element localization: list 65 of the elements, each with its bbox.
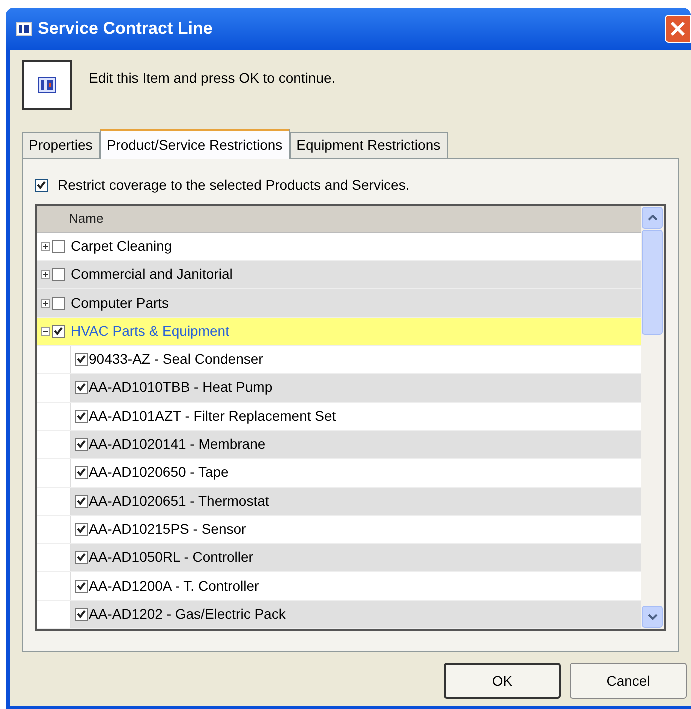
checkbox[interactable] — [52, 324, 65, 338]
checkbox-label: Restrict coverage to the selected Products and Services. — [58, 176, 410, 195]
checkbox[interactable] — [52, 296, 65, 310]
checkbox[interactable] — [75, 466, 88, 480]
checkbox[interactable] — [75, 438, 88, 452]
checkbox[interactable] — [52, 240, 65, 253]
tab[interactable]: Product/Service Restrictions — [100, 129, 290, 159]
row-label: AA-AD1020141 - Membrane — [89, 435, 266, 454]
expand-icon[interactable] — [41, 270, 50, 280]
checkbox[interactable] — [52, 268, 65, 282]
tree-row[interactable]: AA-AD1202 - Gas/Electric Pack — [37, 600, 641, 629]
tree-row[interactable]: HVAC Parts & Equipment — [37, 318, 641, 346]
tree-row[interactable]: Computer Parts — [37, 289, 641, 318]
checkbox[interactable] — [75, 494, 88, 508]
instruction-text: Edit this Item and press OK to continue. — [89, 69, 336, 88]
row-label: Carpet Cleaning — [71, 236, 172, 256]
checkbox[interactable] — [75, 353, 88, 366]
row-label: HVAC Parts & Equipment — [71, 322, 230, 341]
tree-row[interactable]: AA-AD1050RL - Controller — [37, 544, 641, 572]
row-label: AA-AD101AZT - Filter Replacement Set — [89, 406, 336, 426]
row-label: AA-AD1020650 - Tape — [89, 463, 229, 482]
tab[interactable]: Properties — [22, 132, 100, 158]
expand-icon[interactable] — [41, 298, 50, 308]
row-label: AA-AD1010TBB - Heat Pump — [89, 378, 273, 398]
tree-row[interactable]: AA-AD1020651 - Thermostat — [37, 488, 641, 516]
column-header[interactable]: Name — [69, 209, 104, 229]
row-label: AA-AD1050RL - Controller — [89, 548, 254, 568]
item-icon — [22, 60, 72, 110]
expand-icon[interactable] — [41, 242, 50, 251]
tree-row[interactable]: AA-AD1200A - T. Controller — [37, 572, 641, 601]
checkbox[interactable] — [75, 580, 88, 593]
chevron-up-icon — [648, 215, 658, 221]
window-title: Service Contract Line — [38, 18, 213, 40]
checkbox[interactable] — [75, 608, 88, 621]
close-button[interactable] — [665, 15, 691, 43]
tree-row[interactable]: AA-AD10215PS - Sensor — [37, 516, 641, 544]
tree-row[interactable]: AA-AD1020141 - Membrane — [37, 430, 641, 460]
scroll-up-button[interactable] — [642, 207, 663, 229]
row-label: AA-AD1200A - T. Controller — [89, 576, 260, 596]
checkbox[interactable] — [75, 522, 88, 536]
scrollbar[interactable] — [641, 206, 664, 629]
row-label: AA-AD10215PS - Sensor — [89, 520, 246, 539]
scroll-down-button[interactable] — [642, 606, 663, 628]
tree-row[interactable]: AA-AD1020650 - Tape — [37, 459, 641, 488]
row-label: AA-AD1020651 - Thermostat — [89, 492, 270, 511]
checkbox[interactable] — [75, 410, 88, 423]
window-icon — [16, 22, 32, 36]
checkbox[interactable] — [35, 178, 48, 192]
collapse-icon[interactable] — [41, 326, 50, 336]
row-label: AA-AD1202 - Gas/Electric Pack — [89, 604, 286, 624]
tree-row[interactable]: AA-AD101AZT - Filter Replacement Set — [37, 402, 641, 431]
dialog-button[interactable]: Cancel — [570, 663, 687, 699]
tree-row[interactable]: Commercial and Janitorial — [37, 261, 641, 290]
dialog-button[interactable]: OK — [444, 663, 561, 699]
chevron-down-icon — [648, 614, 658, 620]
checkbox[interactable] — [75, 381, 88, 394]
close-icon — [670, 21, 686, 37]
tree-row[interactable]: AA-AD1010TBB - Heat Pump — [37, 374, 641, 403]
tab[interactable]: Equipment Restrictions — [290, 132, 448, 158]
row-label: Commercial and Janitorial — [71, 265, 233, 284]
checkbox[interactable] — [75, 551, 88, 564]
scroll-thumb[interactable] — [642, 230, 663, 335]
tree-row[interactable]: 90433-AZ - Seal Condenser — [37, 346, 641, 374]
row-label: Computer Parts — [71, 294, 170, 313]
row-label: 90433-AZ - Seal Condenser — [89, 350, 264, 370]
